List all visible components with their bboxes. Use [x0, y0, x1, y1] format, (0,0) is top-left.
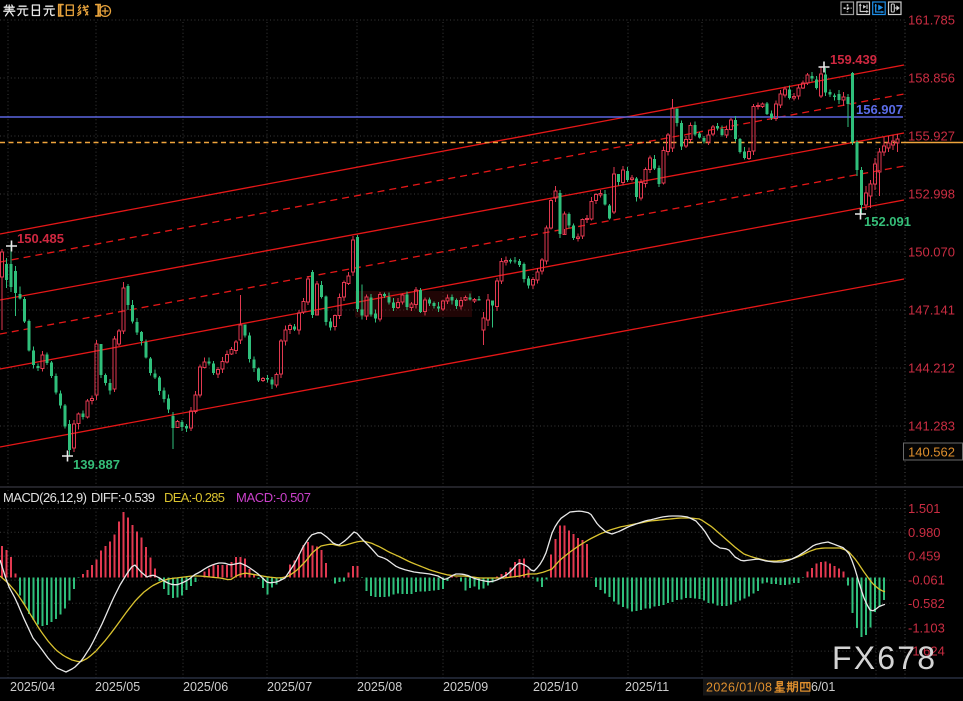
svg-text:2026/01/08: 2026/01/08 [706, 681, 772, 695]
svg-text:159.439: 159.439 [830, 52, 877, 67]
svg-text:FX678: FX678 [832, 640, 937, 676]
svg-text:2025/05: 2025/05 [95, 680, 140, 694]
svg-text:2025/07: 2025/07 [267, 680, 312, 694]
svg-text:144.212: 144.212 [908, 361, 955, 376]
svg-text:DEA:-0.285: DEA:-0.285 [164, 490, 225, 505]
svg-text:1.501: 1.501 [908, 501, 941, 516]
svg-text:150.485: 150.485 [17, 231, 64, 246]
svg-text:-1.103: -1.103 [908, 620, 945, 635]
svg-text:DIFF:-0.539: DIFF:-0.539 [91, 490, 155, 505]
svg-text:2025/04: 2025/04 [10, 680, 55, 694]
svg-text:152.091: 152.091 [864, 214, 911, 229]
svg-text:2025/06: 2025/06 [183, 680, 228, 694]
svg-text:2025/09: 2025/09 [443, 680, 488, 694]
svg-text:161.785: 161.785 [908, 13, 955, 28]
svg-text:0.980: 0.980 [908, 525, 941, 540]
svg-text:150.070: 150.070 [908, 245, 955, 260]
svg-text:-0.061: -0.061 [908, 573, 945, 588]
svg-text:2025/11: 2025/11 [625, 680, 669, 694]
svg-text:6/01: 6/01 [811, 680, 835, 694]
svg-text:155.927: 155.927 [908, 129, 955, 144]
svg-text:2025/08: 2025/08 [357, 680, 402, 694]
svg-text:140.562: 140.562 [908, 445, 955, 460]
svg-text:0.459: 0.459 [908, 549, 941, 564]
svg-text:MACD(26,12,9): MACD(26,12,9) [3, 490, 87, 505]
svg-text:2025/10: 2025/10 [533, 680, 578, 694]
svg-text:152.998: 152.998 [908, 187, 955, 202]
svg-text:MACD:-0.507: MACD:-0.507 [236, 490, 311, 505]
svg-text:158.856: 158.856 [908, 71, 955, 86]
svg-text:139.887: 139.887 [73, 457, 120, 472]
svg-text:147.141: 147.141 [908, 303, 955, 318]
svg-text:141.283: 141.283 [908, 419, 955, 434]
svg-text:-0.582: -0.582 [908, 596, 945, 611]
svg-text:156.907: 156.907 [856, 102, 903, 117]
